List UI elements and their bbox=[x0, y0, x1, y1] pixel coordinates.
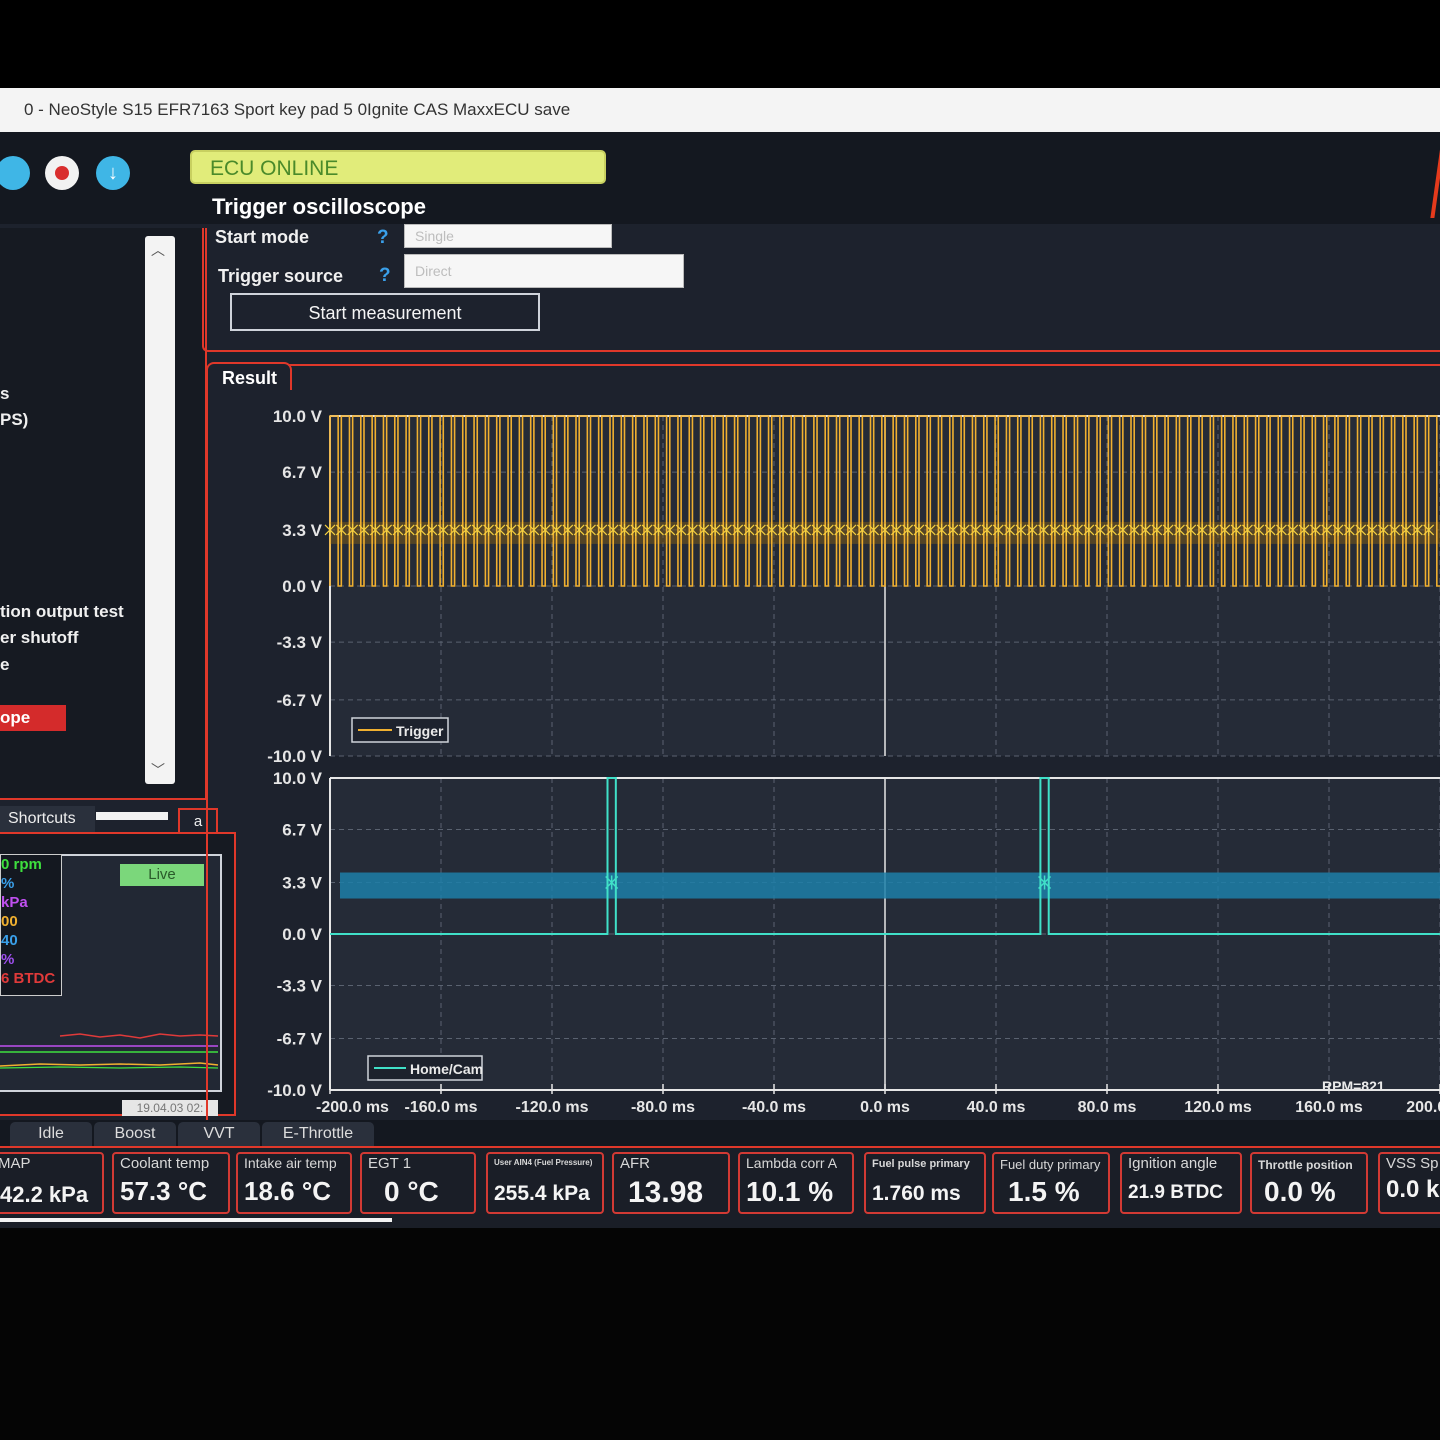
gauge-map: MAP 42.2 kPa bbox=[0, 1152, 104, 1214]
home-panel-y-tick: -10.0 V bbox=[267, 1081, 322, 1100]
gauge-label: MAP bbox=[0, 1155, 31, 1172]
home-panel-y-tick: 10.0 V bbox=[273, 769, 323, 788]
gauge-intake-air-temp: Intake air temp 18.6 °C bbox=[236, 1152, 352, 1214]
gauge-fuel-pressure: User AIN4 (Fuel Pressure) 255.4 kPa bbox=[486, 1152, 604, 1214]
home-threshold-band bbox=[340, 872, 1440, 899]
gauge-vss-speed: VSS Sp 0.0 k bbox=[1378, 1152, 1440, 1214]
app-window: 0 - NeoStyle S15 EFR7163 Sport key pad 5… bbox=[0, 88, 1440, 1228]
trigger-panel-y-tick: -6.7 V bbox=[277, 691, 323, 710]
rpm-readout: RPM=821 bbox=[1322, 1078, 1385, 1094]
gauge-lambda-corr: Lambda corr A 10.1 % bbox=[738, 1152, 854, 1214]
gauge-throttle-position: Throttle position 0.0 % bbox=[1250, 1152, 1368, 1214]
home-panel-y-tick: -3.3 V bbox=[277, 976, 323, 995]
tab-e-throttle[interactable]: E-Throttle bbox=[262, 1122, 374, 1146]
gauge-label: User AIN4 (Fuel Pressure) bbox=[494, 1158, 593, 1167]
x-tick-label: 120.0 ms bbox=[1184, 1099, 1252, 1116]
x-tick-label: -160.0 ms bbox=[405, 1099, 478, 1116]
progress-bar bbox=[0, 1218, 392, 1222]
gauge-value: 21.9 BTDC bbox=[1128, 1182, 1224, 1203]
gauge-value: 1.5 % bbox=[1008, 1176, 1080, 1207]
home-panel-y-tick: 0.0 V bbox=[282, 925, 322, 944]
gauge-fuel-duty: Fuel duty primary 1.5 % bbox=[992, 1152, 1110, 1214]
gauge-label: Coolant temp bbox=[120, 1155, 210, 1172]
x-tick-label: 80.0 ms bbox=[1078, 1099, 1137, 1116]
x-tick-label: 200.0 ms bbox=[1406, 1099, 1440, 1116]
x-tick-label: 160.0 ms bbox=[1295, 1099, 1363, 1116]
gauge-value: 42.2 kPa bbox=[0, 1182, 89, 1207]
tab-idle[interactable]: Idle bbox=[10, 1122, 92, 1146]
trigger-legend-label: Trigger bbox=[396, 723, 444, 739]
x-tick-label: 40.0 ms bbox=[967, 1099, 1026, 1116]
oscilloscope-plot: 10.0 V 6.7 V 3.3 V 0.0 V -3.3 V -6.7 V -10.0 V… bbox=[267, 407, 1440, 1116]
gauge-value: 0.0 k bbox=[1386, 1176, 1440, 1203]
gauge-value: 1.760 ms bbox=[872, 1182, 961, 1205]
trigger-panel-y-tick: -10.0 V bbox=[267, 747, 322, 766]
gauge-egt-1: EGT 1 0 °C bbox=[360, 1152, 476, 1214]
gauge-value: 13.98 bbox=[628, 1176, 704, 1209]
trigger-panel-y-tick: 10.0 V bbox=[273, 407, 323, 426]
gauge-value: 10.1 % bbox=[746, 1176, 834, 1207]
x-tick-label: -200.0 ms bbox=[316, 1099, 389, 1116]
gauge-label: VSS Sp bbox=[1386, 1155, 1439, 1172]
gauge-value: 0 °C bbox=[384, 1176, 439, 1207]
gauge-label: Fuel duty primary bbox=[1000, 1157, 1101, 1172]
x-tick-label: -120.0 ms bbox=[516, 1099, 589, 1116]
gauge-afr: AFR 13.98 bbox=[612, 1152, 730, 1214]
home-panel-y-tick: -6.7 V bbox=[277, 1030, 323, 1049]
gauge-label: EGT 1 bbox=[368, 1155, 412, 1172]
home-legend-label: Home/Cam bbox=[410, 1061, 483, 1077]
trigger-panel-y-tick: -3.3 V bbox=[277, 633, 323, 652]
tab-boost[interactable]: Boost bbox=[94, 1122, 176, 1146]
home-panel-y-tick: 3.3 V bbox=[282, 874, 322, 893]
gauge-label: Lambda corr A bbox=[746, 1155, 838, 1171]
x-tick-label: -80.0 ms bbox=[631, 1099, 695, 1116]
trigger-panel-y-tick: 0.0 V bbox=[282, 577, 322, 596]
monitor-bezel bbox=[0, 1228, 1440, 1440]
home-panel-y-tick: 6.7 V bbox=[282, 820, 322, 839]
tab-vvt[interactable]: VVT bbox=[178, 1122, 260, 1146]
gauge-fuel-pulse: Fuel pulse primary 1.760 ms bbox=[864, 1152, 986, 1214]
gauge-label: Ignition angle bbox=[1128, 1155, 1218, 1172]
gauge-label: Intake air temp bbox=[244, 1155, 337, 1171]
gauge-value: 18.6 °C bbox=[244, 1176, 332, 1206]
x-tick-label: -40.0 ms bbox=[742, 1099, 806, 1116]
gauge-ignition-angle: Ignition angle 21.9 BTDC bbox=[1120, 1152, 1242, 1214]
oscilloscope-charts: 10.0 V 6.7 V 3.3 V 0.0 V -3.3 V -6.7 V -10.0 V… bbox=[0, 88, 1440, 1228]
trigger-panel-y-tick: 6.7 V bbox=[282, 463, 322, 482]
trigger-panel-y-tick: 3.3 V bbox=[282, 521, 322, 540]
gauge-label: Throttle position bbox=[1258, 1158, 1353, 1172]
gauge-value: 57.3 °C bbox=[120, 1176, 208, 1206]
gauge-value: 255.4 kPa bbox=[494, 1182, 590, 1205]
gauge-value: 0.0 % bbox=[1264, 1176, 1336, 1207]
x-tick-label: 0.0 ms bbox=[860, 1099, 910, 1116]
gauge-coolant-temp: Coolant temp 57.3 °C bbox=[112, 1152, 230, 1214]
gauge-label: Fuel pulse primary bbox=[872, 1158, 970, 1170]
gauge-label: AFR bbox=[620, 1155, 650, 1172]
